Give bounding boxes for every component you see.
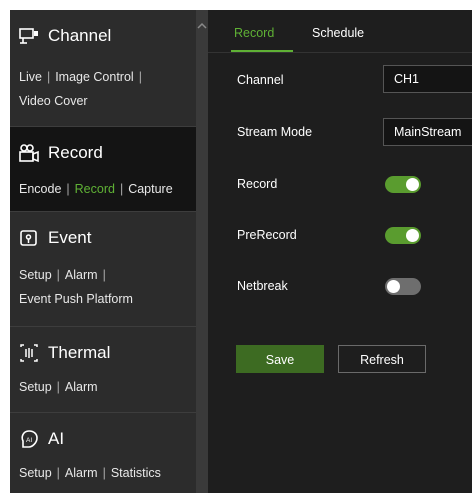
sidebar-link-alarm[interactable]: Alarm: [65, 380, 98, 394]
sidebar: Channel Live | Image Control | Video Cover: [10, 10, 196, 493]
chevron-up-icon[interactable]: [197, 18, 207, 29]
sidebar-section-thermal: Thermal Setup | Alarm: [10, 327, 196, 413]
sidebar-scrollbar[interactable]: [196, 10, 208, 493]
link-separator: |: [102, 466, 106, 480]
record-toggle[interactable]: [385, 176, 421, 193]
channel-label: Channel: [237, 73, 284, 87]
sidebar-link-live[interactable]: Live: [19, 70, 42, 84]
sidebar-links-record: Encode | Record | Capture: [19, 177, 191, 201]
sidebar-links-ai: Setup | Alarm | Statistics: [19, 461, 191, 485]
sidebar-section-event-header[interactable]: Event: [18, 226, 91, 250]
sidebar-links-thermal: Setup | Alarm: [19, 375, 191, 399]
stream-mode-select[interactable]: MainStream: [383, 118, 472, 146]
sidebar-section-ai-header[interactable]: AI AI: [18, 427, 64, 451]
channel-select[interactable]: CH1: [383, 65, 472, 93]
thermal-icon: [18, 342, 40, 364]
refresh-button[interactable]: Refresh: [338, 345, 426, 373]
sidebar-section-title: Thermal: [48, 343, 111, 362]
link-separator: |: [102, 268, 106, 282]
channel-icon: [18, 25, 40, 47]
link-separator: |: [56, 466, 60, 480]
link-separator: |: [46, 70, 51, 84]
sidebar-link-event-push-platform[interactable]: Event Push Platform: [19, 292, 133, 306]
toggle-knob: [387, 280, 400, 293]
link-separator: |: [66, 182, 70, 196]
link-separator: |: [119, 182, 124, 196]
sidebar-links-event: Setup | Alarm | Event Push Platform: [19, 263, 191, 311]
sidebar-section-title: Channel: [48, 26, 112, 45]
sidebar-link-capture[interactable]: Capture: [128, 182, 172, 196]
sidebar-section-record: Record Encode | Record | Capture: [10, 127, 196, 212]
record-icon: [18, 142, 40, 164]
stream-mode-label: Stream Mode: [237, 125, 313, 139]
link-separator: |: [56, 268, 60, 282]
main-content: Record Schedule Channel CH1 Stream Mode …: [208, 10, 472, 493]
sidebar-section-channel-header[interactable]: Channel: [18, 24, 111, 48]
active-tab-indicator: [231, 50, 293, 52]
netbreak-toggle[interactable]: [385, 278, 421, 295]
sidebar-section-title: Record: [48, 143, 103, 162]
netbreak-label: Netbreak: [237, 279, 288, 293]
sidebar-link-setup[interactable]: Setup: [19, 268, 52, 282]
sidebar-link-setup[interactable]: Setup: [19, 466, 52, 480]
tab-record[interactable]: Record: [234, 26, 274, 40]
sidebar-link-encode[interactable]: Encode: [19, 182, 61, 196]
sidebar-link-setup[interactable]: Setup: [19, 380, 52, 394]
sidebar-link-record[interactable]: Record: [75, 182, 115, 196]
link-separator: |: [138, 70, 142, 84]
prerecord-label: PreRecord: [237, 228, 297, 242]
sidebar-section-thermal-header[interactable]: Thermal: [18, 341, 110, 365]
sidebar-link-alarm[interactable]: Alarm: [65, 268, 98, 282]
sidebar-link-statistics[interactable]: Statistics: [111, 466, 161, 480]
app-frame: Channel Live | Image Control | Video Cover: [10, 10, 472, 493]
tab-schedule[interactable]: Schedule: [312, 26, 364, 40]
scrollbar-thumb[interactable]: [196, 10, 208, 493]
record-label: Record: [237, 177, 278, 191]
sidebar-section-channel: Channel Live | Image Control | Video Cover: [10, 10, 196, 127]
sidebar-section-title: Event: [48, 228, 92, 247]
event-icon: [18, 227, 40, 249]
link-separator: |: [56, 380, 60, 394]
sidebar-link-alarm[interactable]: Alarm: [65, 466, 98, 480]
svg-text:AI: AI: [26, 437, 32, 444]
sidebar-section-ai: AI AI Setup | Alarm | Statistics: [10, 413, 196, 493]
sidebar-links-channel: Live | Image Control | Video Cover: [19, 65, 191, 113]
ai-icon: AI: [18, 428, 40, 450]
sidebar-section-event: Event Setup | Alarm | Event Push Platform: [10, 212, 196, 327]
sidebar-section-record-header[interactable]: Record: [18, 141, 103, 165]
sidebar-section-title: AI: [48, 429, 65, 448]
sidebar-link-video-cover[interactable]: Video Cover: [19, 94, 88, 108]
toggle-knob: [406, 178, 419, 191]
save-button[interactable]: Save: [236, 345, 324, 373]
tab-bar: Record Schedule: [208, 10, 472, 53]
sidebar-link-image-control[interactable]: Image Control: [55, 70, 134, 84]
prerecord-toggle[interactable]: [385, 227, 421, 244]
toggle-knob: [406, 229, 419, 242]
